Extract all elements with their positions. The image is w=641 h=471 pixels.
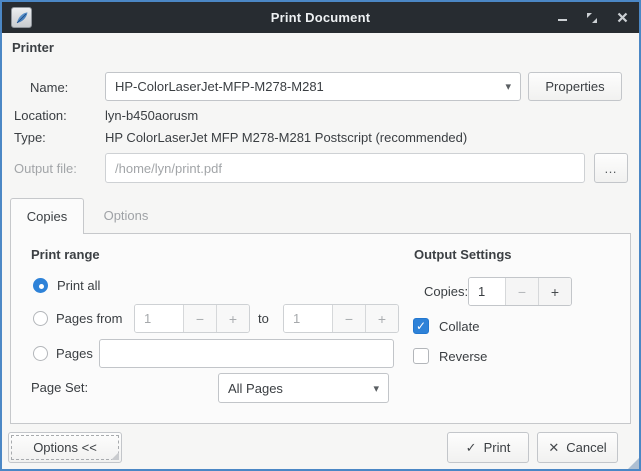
window-controls [555,2,629,33]
tab-copies[interactable]: Copies [10,198,84,234]
location-label: Location: [14,108,67,123]
print-button[interactable]: ✓ Print [447,432,529,463]
ellipsis-icon: … [604,161,618,176]
chevron-down-icon: ▾ [373,382,379,395]
copies-tab-panel: Print range Print all Pages from 1 − + t… [10,233,631,424]
chevron-down-icon: ▾ [505,80,511,93]
copies-label: Copies: [424,284,468,299]
tab-copies-label: Copies [27,209,67,224]
window-title: Print Document [2,10,639,25]
browse-output-file-button[interactable]: … [594,153,628,183]
close-icon[interactable] [615,11,629,25]
reverse-checkbox[interactable]: ✓ [413,348,429,364]
options-toggle-label: Options << [33,440,97,455]
titlebar[interactable]: Print Document [2,2,639,33]
print-button-label: Print [484,440,511,455]
type-value: HP ColorLaserJet MFP M278-M281 Postscrip… [105,130,467,145]
type-label: Type: [14,130,46,145]
maximize-icon[interactable] [585,11,599,25]
print-dialog-window: Print Document Printer Name: HP-ColorLas… [0,0,641,471]
output-file-value: /home/lyn/print.pdf [115,161,222,176]
check-icon: ✓ [466,440,477,456]
options-toggle-button[interactable]: Options << [8,432,122,463]
pages-to-label: to [258,311,269,326]
pages-from-value: 1 [135,305,183,332]
page-set-label: Page Set: [31,380,88,395]
output-file-label: Output file: [14,161,77,176]
properties-button-label: Properties [545,79,604,94]
printer-name-value: HP-ColorLaserJet-MFP-M278-M281 [115,79,324,94]
pages-to-value: 1 [284,305,332,332]
properties-button[interactable]: Properties [528,72,622,101]
minus-icon[interactable]: − [332,305,365,332]
cancel-button[interactable]: ✕ Cancel [537,432,618,463]
collate-label: Collate [439,319,479,334]
minus-icon[interactable]: − [505,278,538,305]
minimize-icon[interactable] [555,11,569,25]
copies-spinner[interactable]: 1 − + [468,277,572,306]
app-feather-icon [11,7,32,28]
page-set-combobox[interactable]: All Pages ▾ [218,373,389,403]
pages-radio[interactable] [33,346,48,361]
cancel-button-label: Cancel [566,440,606,455]
copies-value: 1 [469,278,505,305]
plus-icon[interactable]: + [365,305,398,332]
pages-from-label: Pages from [56,311,122,326]
check-icon: ✓ [416,319,426,333]
plus-icon[interactable]: + [216,305,249,332]
plus-icon[interactable]: + [538,278,571,305]
print-all-radio[interactable] [33,278,48,293]
location-value: lyn-b450aorusm [105,108,198,123]
minus-icon[interactable]: − [183,305,216,332]
resize-grip[interactable] [628,458,639,469]
tab-options-label: Options [104,208,149,223]
printer-section-label: Printer [12,40,54,55]
tab-options[interactable]: Options [84,198,168,233]
print-range-section-label: Print range [31,247,100,262]
pages-from-radio[interactable] [33,311,48,326]
cross-icon: ✕ [548,440,559,456]
printer-name-combobox[interactable]: HP-ColorLaserJet-MFP-M278-M281 ▾ [105,72,521,101]
collate-checkbox[interactable]: ✓ [413,318,429,334]
print-all-label: Print all [57,278,100,293]
output-settings-section-label: Output Settings [414,247,512,262]
pages-from-spinner[interactable]: 1 − + [134,304,250,333]
page-set-value: All Pages [228,381,283,396]
output-file-field[interactable]: /home/lyn/print.pdf [105,153,585,183]
printer-name-label: Name: [30,80,68,95]
pages-label: Pages [56,346,93,361]
pages-input[interactable] [99,339,394,368]
reverse-label: Reverse [439,349,487,364]
pages-to-spinner[interactable]: 1 − + [283,304,399,333]
